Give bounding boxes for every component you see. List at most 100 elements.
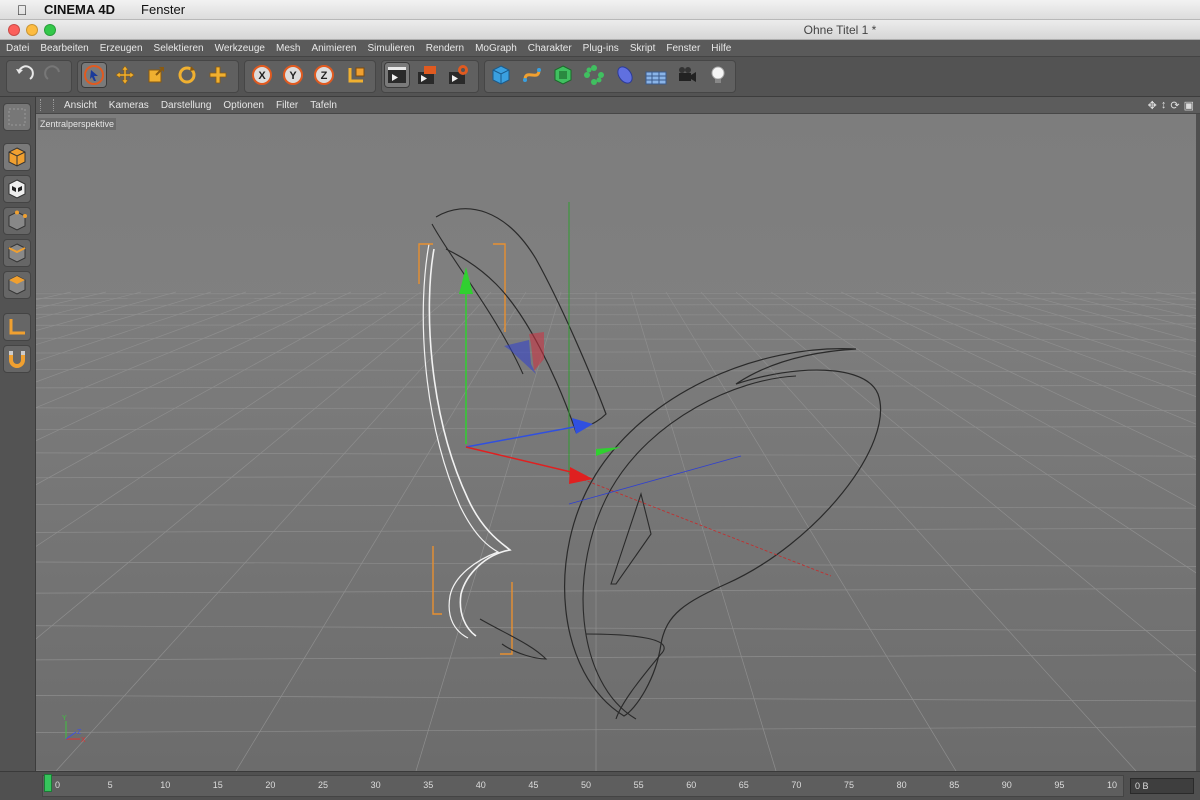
render-settings-icon[interactable]	[445, 62, 471, 88]
spline-icon[interactable]	[519, 62, 545, 88]
timeline-playhead[interactable]	[44, 774, 52, 792]
floor-icon[interactable]	[643, 62, 669, 88]
viewport-menu-optionen[interactable]: Optionen	[217, 100, 270, 111]
drag-handle-icon[interactable]	[40, 99, 54, 111]
menu-fenster[interactable]: Fenster	[660, 43, 705, 54]
cinema4d-app:  CINEMA 4D Fenster Ohne Titel 1 * Datei…	[0, 0, 1200, 800]
timeline-tick-label: 25	[318, 780, 329, 790]
nurbs-icon[interactable]	[550, 62, 576, 88]
orientation-z-label: Z	[77, 729, 82, 736]
current-frame-field[interactable]: 0 B	[1130, 778, 1194, 794]
coordinate-system-icon[interactable]	[343, 62, 369, 88]
timeline-tick-label: 0	[55, 780, 61, 790]
menu-skript[interactable]: Skript	[624, 43, 661, 54]
timeline-bar: 0 5 10 15 20 25 30 35 40 45 50 55 60 65 70 75 80 85 90 95 10…	[0, 771, 1200, 800]
timeline-tick-label: 35	[423, 780, 434, 790]
timeline-tick-label: 15	[212, 780, 223, 790]
axis-y-label: Y	[289, 70, 297, 82]
camera-icon[interactable]	[674, 62, 700, 88]
menu-rendern[interactable]: Rendern	[420, 43, 469, 54]
orientation-y-label: Y	[62, 715, 67, 722]
maximize-view-icon[interactable]: ▣	[1184, 99, 1194, 112]
viewport-canvas[interactable]: Y X Z	[36, 114, 1196, 771]
viewport-menu-kameras[interactable]: Kameras	[103, 100, 155, 111]
menu-mograph[interactable]: MoGraph	[469, 43, 522, 54]
snap-magnet-icon[interactable]	[3, 345, 31, 373]
lock-y-icon[interactable]: Y	[280, 62, 306, 88]
timeline-tick-label: 60	[686, 780, 697, 790]
timeline-tick-label: 95	[1054, 780, 1065, 790]
light-icon[interactable]	[705, 62, 731, 88]
menu-mesh[interactable]: Mesh	[270, 43, 305, 54]
timeline-tick-label: 10	[160, 780, 171, 790]
viewport-menu-bar: Ansicht Kameras Darstellung Optionen Fil…	[36, 97, 1200, 114]
mac-menu-fenster[interactable]: Fenster	[141, 2, 185, 17]
model-mode-icon[interactable]	[3, 143, 31, 171]
timeline-tick-label: 85	[949, 780, 960, 790]
menu-charakter[interactable]: Charakter	[522, 43, 577, 54]
window-title-bar: Ohne Titel 1 *	[0, 20, 1200, 40]
lock-x-icon[interactable]: X	[249, 62, 275, 88]
3d-viewport[interactable]: Y X Z Zentralperspektive	[36, 114, 1196, 771]
axis-mode-icon[interactable]	[3, 313, 31, 341]
main-menu-bar: Datei Bearbeiten Erzeugen Selektieren We…	[0, 40, 1200, 57]
lock-z-icon[interactable]: Z	[311, 62, 337, 88]
undo-icon[interactable]	[11, 62, 37, 88]
menu-datei[interactable]: Datei	[0, 43, 34, 54]
add-icon[interactable]	[205, 62, 231, 88]
timeline-tick-label: 70	[791, 780, 802, 790]
timeline-tick-label: 10	[1107, 780, 1118, 790]
pan-view-icon[interactable]: ✥	[1148, 99, 1157, 112]
texture-mode-icon[interactable]	[3, 175, 31, 203]
menu-simulieren[interactable]: Simulieren	[361, 43, 419, 54]
redo-icon[interactable]	[41, 62, 67, 88]
axis-x-label: X	[258, 70, 266, 82]
select-icon[interactable]	[81, 62, 107, 88]
move-icon[interactable]	[112, 62, 138, 88]
render-picture-viewer-icon[interactable]	[414, 62, 440, 88]
app-name[interactable]: CINEMA 4D	[44, 2, 115, 17]
main-toolbar: X Y Z	[0, 57, 1200, 97]
polygons-mode-icon[interactable]	[3, 271, 31, 299]
timeline-tick-label: 45	[528, 780, 539, 790]
left-palette	[0, 97, 36, 780]
menu-plugins[interactable]: Plug-ins	[577, 43, 624, 54]
viewport-menu-tafeln[interactable]: Tafeln	[304, 100, 343, 111]
viewport-right-edge	[1196, 114, 1200, 771]
menu-animieren[interactable]: Animieren	[305, 43, 361, 54]
mac-menu-bar:  CINEMA 4D Fenster	[0, 0, 1200, 20]
menu-bearbeiten[interactable]: Bearbeiten	[34, 43, 93, 54]
timeline-tick-label: 30	[370, 780, 381, 790]
apple-icon[interactable]: 	[0, 2, 44, 18]
render-view-icon[interactable]	[384, 62, 410, 88]
timeline-tick-label: 40	[475, 780, 486, 790]
edges-mode-icon[interactable]	[3, 239, 31, 267]
viewport-menu-filter[interactable]: Filter	[270, 100, 304, 111]
timeline-tick-label: 90	[1001, 780, 1012, 790]
menu-werkzeuge[interactable]: Werkzeuge	[209, 43, 270, 54]
timeline-tick-label: 75	[844, 780, 855, 790]
array-icon[interactable]	[581, 62, 607, 88]
dolly-view-icon[interactable]: ↕	[1161, 99, 1167, 112]
timeline-tick-label: 50	[581, 780, 592, 790]
window-title: Ohne Titel 1 *	[803, 23, 877, 37]
rotate-icon[interactable]	[174, 62, 200, 88]
deformer-icon[interactable]	[612, 62, 638, 88]
viewport-camera-label: Zentralperspektive	[38, 118, 117, 130]
mode-toggle-icon[interactable]	[3, 103, 31, 131]
timeline-tick-label: 80	[896, 780, 907, 790]
timeline-tick-label: 55	[633, 780, 644, 790]
viewport-menu-darstellung[interactable]: Darstellung	[155, 100, 218, 111]
menu-hilfe[interactable]: Hilfe	[705, 43, 736, 54]
cube-icon[interactable]	[488, 62, 514, 88]
orbit-view-icon[interactable]: ⟳	[1170, 99, 1179, 112]
viewport-menu-ansicht[interactable]: Ansicht	[58, 100, 103, 111]
menu-erzeugen[interactable]: Erzeugen	[94, 43, 148, 54]
axis-z-label: Z	[321, 70, 328, 82]
menu-selektieren[interactable]: Selektieren	[148, 43, 209, 54]
timeline-ruler[interactable]: 0 5 10 15 20 25 30 35 40 45 50 55 60 65 70 75 80 85 90 95 10	[42, 775, 1124, 797]
timeline-tick-label: 5	[107, 780, 113, 790]
points-mode-icon[interactable]	[3, 207, 31, 235]
scale-icon[interactable]	[143, 62, 169, 88]
orientation-x-label: X	[81, 737, 86, 744]
